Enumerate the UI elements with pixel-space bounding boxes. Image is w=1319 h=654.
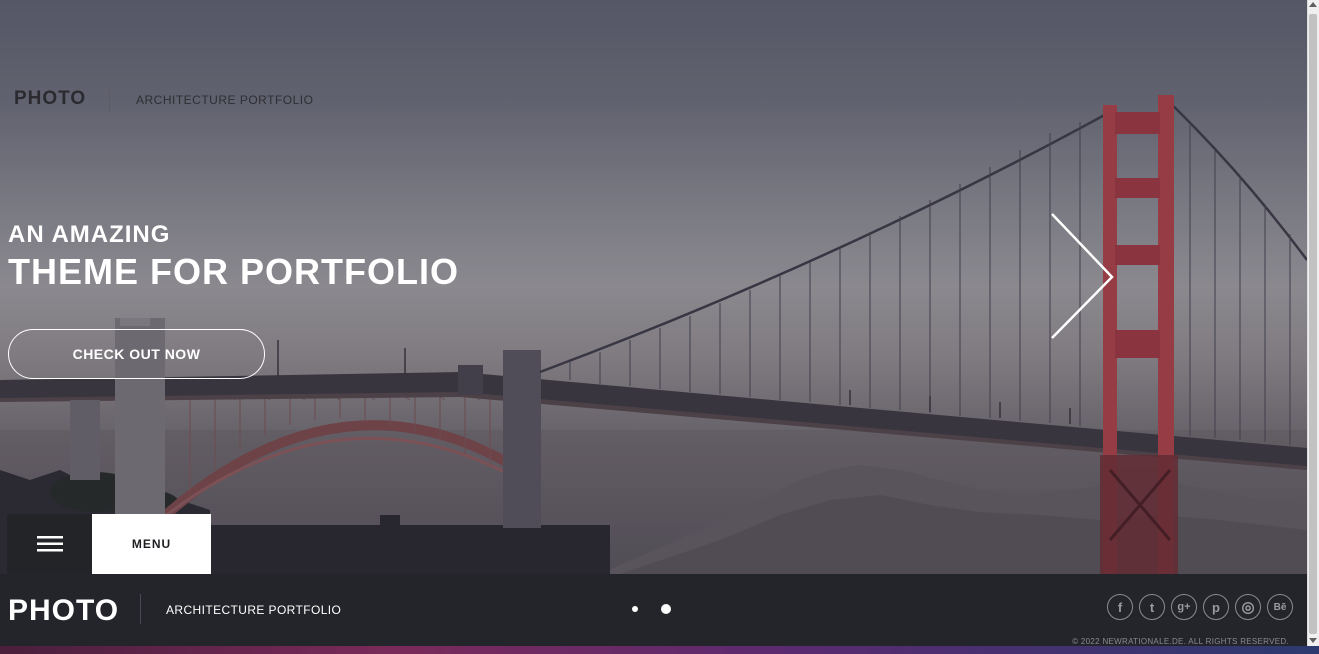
behance-icon[interactable]: Bē [1267,594,1293,620]
google-plus-icon[interactable]: g+ [1171,594,1197,620]
footer-bar: PHOTO ARCHITECTURE PORTFOLIO f t g+ p ◎ … [0,574,1307,646]
taskbar-strip [0,646,1319,654]
header-logo[interactable]: PHOTO [14,88,86,110]
scroll-up-arrow-icon[interactable] [1309,2,1317,7]
hamburger-icon [36,536,63,552]
dribbble-icon[interactable]: ◎ [1235,594,1261,620]
hero-headline-large: THEME FOR PORTFOLIO [8,251,459,292]
check-out-now-button[interactable]: CHECK OUT NOW [8,329,265,379]
copyright-text: © 2022 NEWRATIONALE.DE. ALL RIGHTS RESER… [1072,637,1289,646]
twitter-icon[interactable]: t [1139,594,1165,620]
header-tagline: ARCHITECTURE PORTFOLIO [136,93,314,107]
footer-logo[interactable]: PHOTO [8,594,119,628]
header-divider [109,86,110,112]
chevron-right-icon [1051,213,1114,339]
scrollbar-thumb[interactable] [1309,14,1317,634]
facebook-icon[interactable]: f [1107,594,1133,620]
next-slide-button[interactable] [1048,210,1118,342]
pinterest-icon[interactable]: p [1203,594,1229,620]
menu-button[interactable]: MENU [92,514,211,574]
menu-toggle-button[interactable] [7,514,92,574]
footer-tagline: ARCHITECTURE PORTFOLIO [166,603,342,617]
scroll-down-arrow-icon[interactable] [1309,638,1317,643]
hero-headline-small: AN AMAZING [8,221,171,248]
slider-dot-2-active[interactable] [661,604,671,614]
slider-dot-1[interactable] [632,606,638,612]
footer-divider [140,594,141,624]
